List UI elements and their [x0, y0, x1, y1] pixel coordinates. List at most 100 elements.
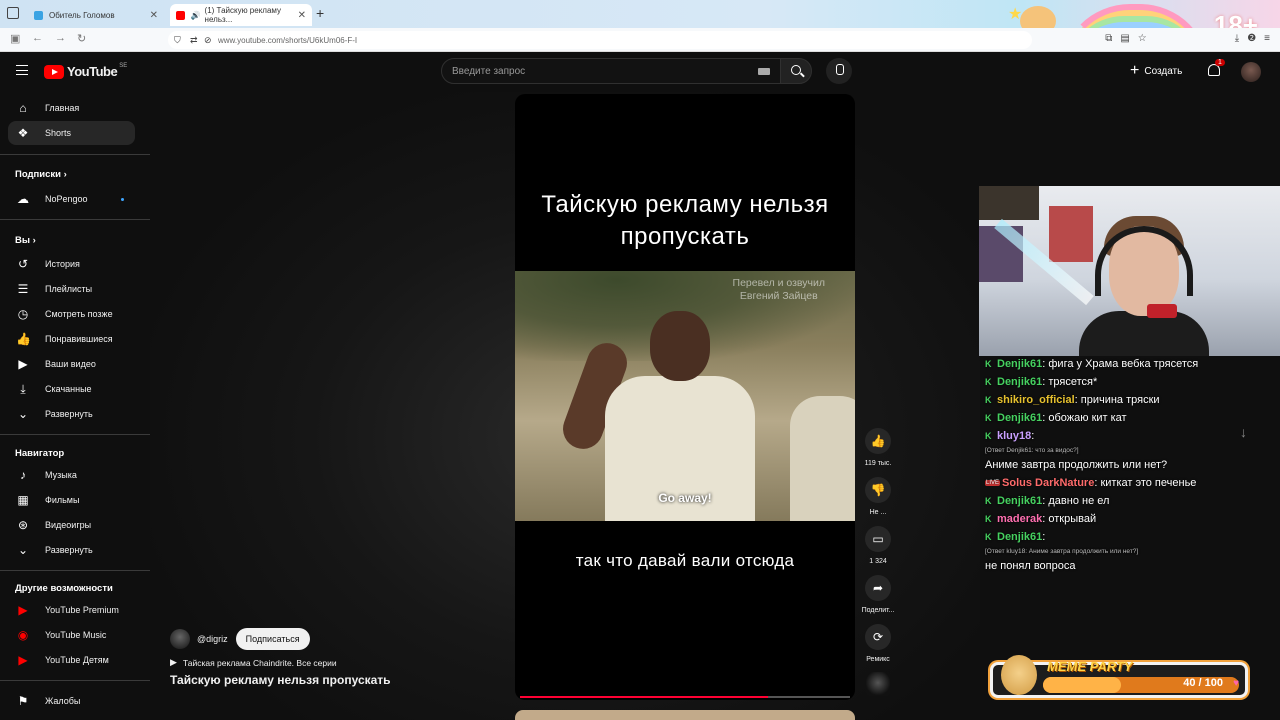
dislike-action[interactable]: 👎 Не ...: [858, 477, 898, 516]
comments-action[interactable]: ▭ 1 324: [858, 526, 898, 565]
playlist-title: Тайская реклама Chaindrite. Все серии: [182, 657, 337, 668]
new-content-dot: [121, 198, 124, 201]
sidebar-item-films[interactable]: ▦ Фильмы: [8, 488, 135, 512]
forward-icon[interactable]: →: [55, 32, 66, 44]
like-icon: 👍: [16, 332, 31, 346]
playlist-link[interactable]: ▶ Тайская реклама Chaindrite. Все серии: [170, 657, 500, 668]
close-tab-icon[interactable]: ✕: [150, 10, 158, 21]
progress-bar[interactable]: [520, 696, 850, 698]
extensions-icon[interactable]: ❷: [1247, 33, 1256, 44]
toolbar-icons: ⧉ ▤ ☆ ⤓ ❷ ≡: [1105, 33, 1270, 44]
remix-action[interactable]: ⟳ Ремикс: [858, 624, 898, 663]
subscriptions-heading[interactable]: Подписки ›: [15, 169, 67, 180]
youtube-logo[interactable]: YouTube SE: [44, 63, 127, 79]
doge-icon: [1001, 655, 1037, 695]
share-action[interactable]: ➦ Поделит...: [858, 575, 898, 614]
kick-badge-icon: K: [985, 413, 992, 423]
like-action[interactable]: 👍 119 тыс.: [858, 428, 898, 467]
close-tab-icon[interactable]: ✕: [298, 10, 306, 21]
sidebar-item-shorts[interactable]: ❖ Shorts: [8, 121, 135, 145]
sidebar-item-watch-later[interactable]: ◷ Смотреть позже: [8, 302, 135, 326]
sidebar-item-yt-music[interactable]: ◉ YouTube Music: [8, 623, 135, 647]
sidebar-item-downloads[interactable]: ⤓ Скачанные: [8, 377, 135, 401]
tracker-icon[interactable]: ⊘: [204, 35, 212, 46]
save-page-icon[interactable]: ▤: [1120, 33, 1129, 44]
thumbs-up-icon[interactable]: 👍: [865, 428, 891, 454]
yt-music-icon: ◉: [17, 628, 29, 642]
security-icon[interactable]: ⛉: [174, 35, 181, 46]
browser-tab-1[interactable]: Обитель Голомов ✕: [28, 4, 164, 26]
sidebar-item-report[interactable]: ⚑ Жалобы: [8, 689, 135, 713]
subscribe-button[interactable]: Подписаться: [235, 628, 310, 650]
sidebar-item-label: Фильмы: [45, 495, 80, 505]
you-heading[interactable]: Вы ›: [15, 235, 36, 246]
man-figure: [557, 301, 755, 521]
logo-text: YouTube: [67, 64, 118, 79]
chat-reply-context: [Ответ Denjik61: что за видос?]: [985, 447, 1079, 454]
site-settings-icon[interactable]: ⇄: [190, 35, 198, 46]
sidebar-item-expand-navigator[interactable]: ⌄ Развернуть: [8, 538, 135, 562]
next-short-preview[interactable]: [515, 710, 855, 720]
window-menu-icon[interactable]: [7, 7, 19, 19]
sidebar-item-yt-premium[interactable]: ▶ YouTube Premium: [8, 598, 135, 622]
sound-thumbnail[interactable]: [866, 672, 890, 696]
youtube-header: YouTube SE Введите запрос + Создать 1: [0, 52, 1280, 92]
more-heading: Другие возможности: [15, 583, 113, 594]
sidebar-toggle-icon[interactable]: ▣: [10, 32, 20, 45]
thumbs-down-icon[interactable]: 👎: [865, 477, 891, 503]
downloads-icon[interactable]: ⤓: [1235, 33, 1239, 44]
meme-counter: 40 / 100: [1183, 677, 1223, 689]
progress-fill: [520, 696, 768, 698]
account-avatar[interactable]: [1241, 62, 1261, 82]
search-placeholder: Введите запрос: [452, 65, 526, 77]
sidebar-item-label: NoPengoo: [45, 194, 88, 204]
chat-message: K Denjik61:: [985, 531, 1046, 543]
back-icon[interactable]: ←: [32, 32, 43, 44]
sidebar-item-nopengoo[interactable]: ☁ NoPengoo: [8, 187, 135, 211]
meme-progress-fill: [1043, 677, 1122, 693]
notifications-bell-icon[interactable]: 1: [1208, 59, 1225, 76]
channel-name[interactable]: @digriz: [197, 634, 228, 644]
comment-icon[interactable]: ▭: [865, 526, 891, 552]
create-button[interactable]: + Создать: [1130, 61, 1182, 81]
url-field[interactable]: ⛉ ⇄ ⊘ www.youtube.com/shorts/U6kUm06-F-I: [168, 31, 1032, 49]
sidebar-item-expand[interactable]: ⌄ Развернуть: [8, 402, 135, 426]
sidebar-item-playlists[interactable]: ☰ Плейлисты: [8, 277, 135, 301]
shorts-player[interactable]: Тайскую рекламу нельзя пропускать Переве…: [515, 94, 855, 700]
keyboard-icon[interactable]: [758, 68, 770, 75]
short-metadata: @digriz Подписаться ▶ Тайская реклама Ch…: [170, 628, 500, 687]
new-tab-button[interactable]: +: [316, 5, 324, 21]
channel-avatar[interactable]: [170, 629, 190, 649]
chat-message: Kkluy18:: [985, 430, 1035, 442]
remix-icon[interactable]: ⟳: [865, 624, 891, 650]
screenshot-icon[interactable]: ⧉: [1105, 33, 1112, 44]
sidebar-item-label: Shorts: [45, 128, 72, 138]
kick-badge-icon: K: [985, 359, 992, 369]
voice-search-button[interactable]: [826, 58, 852, 84]
browser-tab-2[interactable]: 🔊 (1) Тайскую рекламу нельз... ✕: [170, 4, 312, 26]
music-icon: ♪: [20, 468, 26, 482]
sidebar-item-music[interactable]: ♪ Музыка: [8, 463, 135, 487]
sidebar-item-liked[interactable]: 👍 Понравившиеся: [8, 327, 135, 351]
search-input[interactable]: Введите запрос: [441, 58, 781, 84]
playlists-icon: ☰: [17, 282, 29, 296]
bookmark-star-icon[interactable]: ☆: [1138, 33, 1147, 44]
streamer-webcam: [979, 186, 1280, 356]
sidebar-item-gaming[interactable]: ⊛ Видеоигры: [8, 513, 135, 537]
star-icon: ★: [1008, 6, 1023, 23]
chat-message-continued: Аниме завтра продолжить или нет?: [985, 459, 1168, 471]
share-icon[interactable]: ➦: [865, 575, 891, 601]
sidebar-item-home[interactable]: ⌂ Главная: [8, 96, 135, 120]
create-label: Создать: [1144, 65, 1183, 77]
search-button[interactable]: [780, 58, 812, 84]
sidebar-item-label: История: [45, 259, 80, 269]
sidebar-item-your-videos[interactable]: ▶ Ваши видео: [8, 352, 135, 376]
reload-icon[interactable]: ↻: [77, 32, 86, 45]
divider: [0, 219, 150, 220]
sidebar-item-yt-kids[interactable]: ▶ YouTube Детям: [8, 648, 135, 672]
guide-menu-icon[interactable]: [16, 65, 28, 75]
menu-icon[interactable]: ≡: [1264, 33, 1270, 44]
sidebar-item-history[interactable]: ↺ История: [8, 252, 135, 276]
video-caption: так что давай вали отсюда: [575, 551, 795, 570]
scroll-down-icon[interactable]: ↓: [1240, 424, 1247, 440]
